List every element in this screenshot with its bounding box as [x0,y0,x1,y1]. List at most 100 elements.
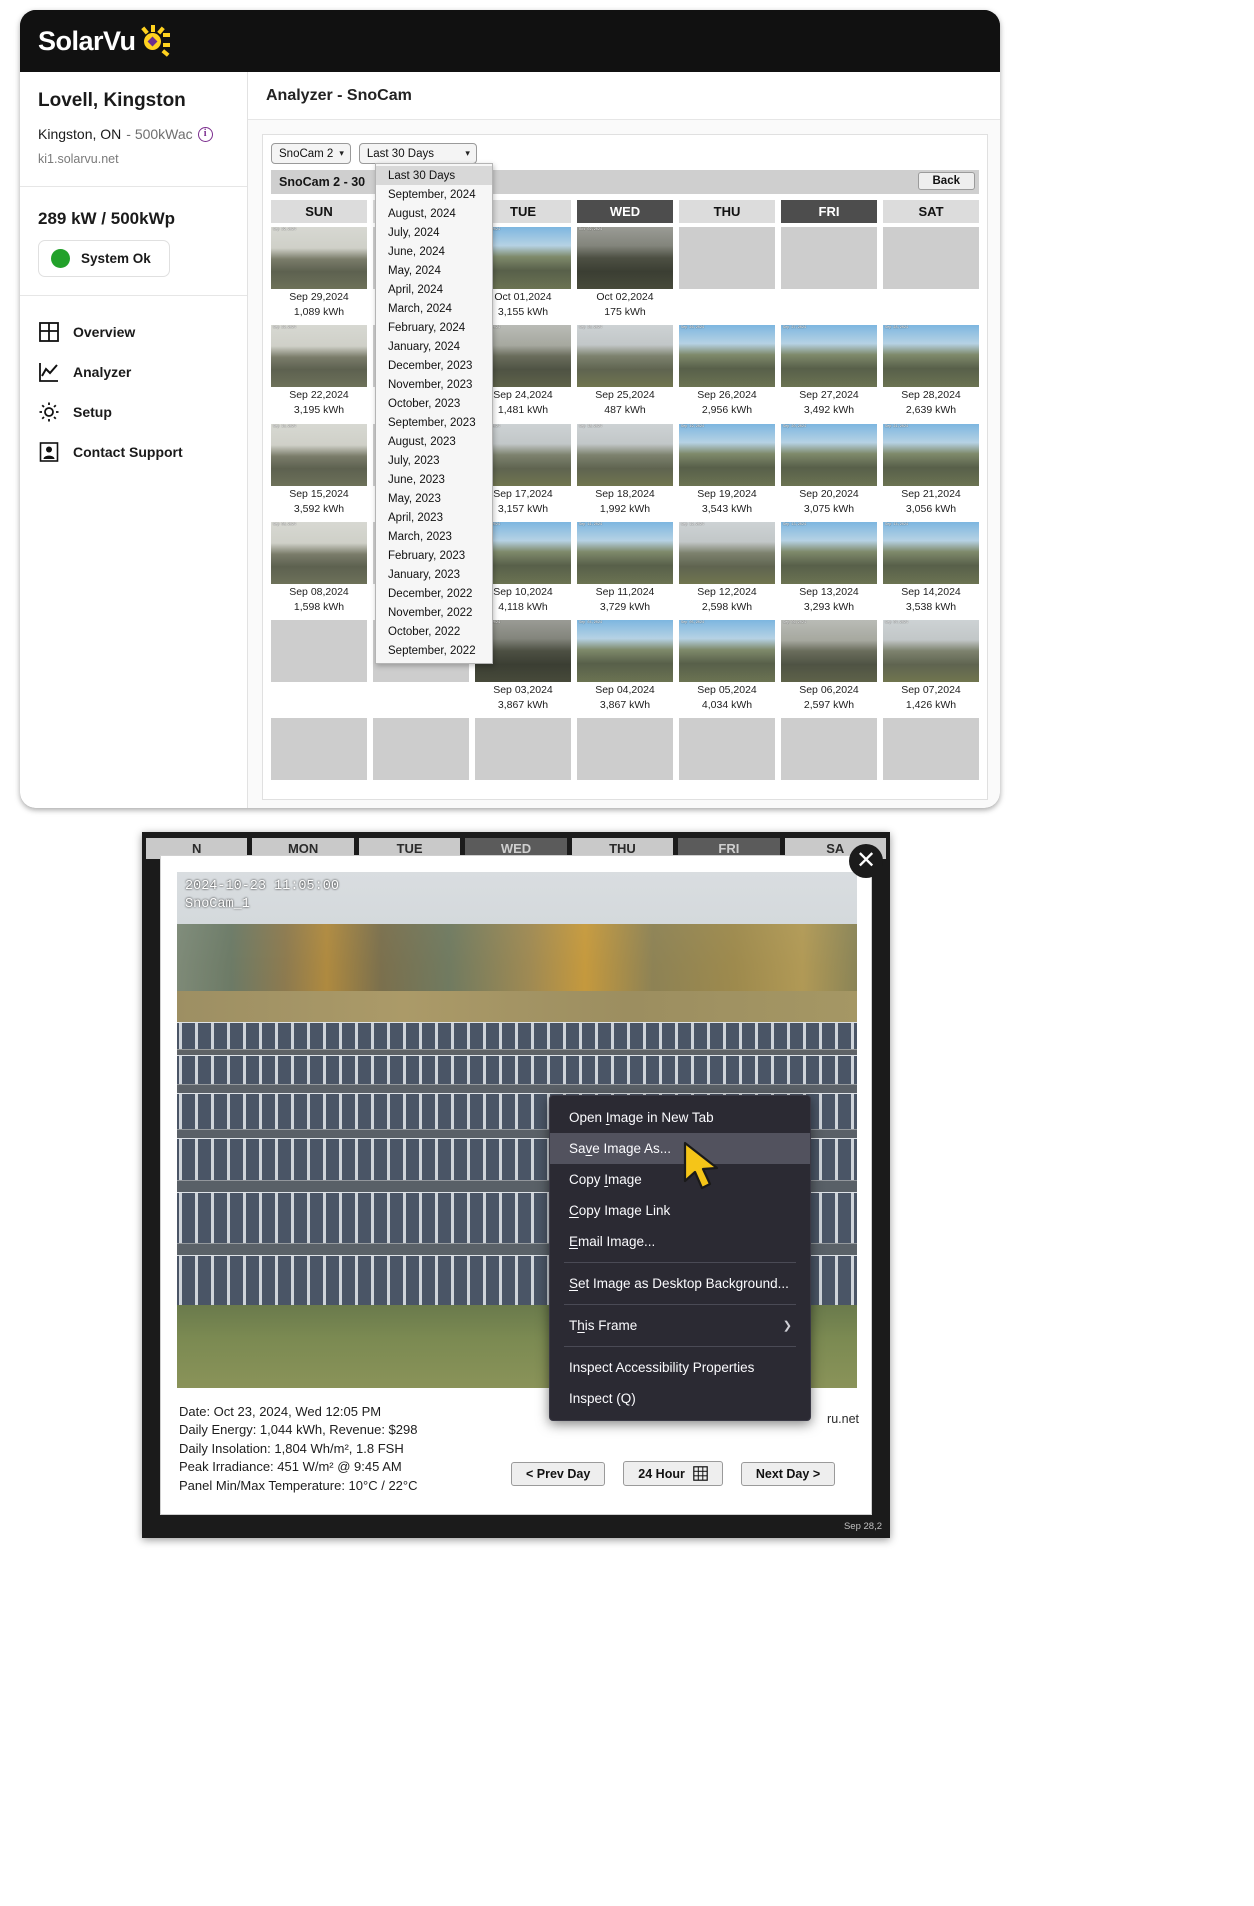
period-button[interactable]: 24 Hour [623,1461,723,1486]
calendar-day-cell[interactable]: Sep 08,2024Sep 08,20241,598 kWh [271,522,367,620]
tree-line [177,924,857,991]
range-option[interactable]: November, 2022 [376,603,492,622]
day-thumbnail[interactable]: Sep 25,2024 [577,325,673,387]
day-thumbnail[interactable]: Sep 14,2024 [883,522,979,584]
day-thumbnail[interactable]: Sep 29,2024 [271,227,367,289]
sidebar-item-setup[interactable]: Setup [20,392,247,432]
range-option[interactable]: January, 2023 [376,565,492,584]
range-select[interactable]: Last 30 Days ▾ [359,143,477,164]
range-option[interactable]: September, 2022 [376,641,492,660]
calendar-day-cell[interactable]: Sep 13,2024Sep 13,20243,293 kWh [781,522,877,620]
calendar-day-cell[interactable]: Sep 07,2024Sep 07,20241,426 kWh [883,620,979,718]
day-thumbnail[interactable]: Sep 18,2024 [577,424,673,486]
range-option[interactable]: July, 2023 [376,451,492,470]
range-option[interactable]: June, 2024 [376,242,492,261]
day-thumbnail[interactable]: Sep 21,2024 [883,424,979,486]
context-menu-item[interactable]: Inspect (Q) [550,1383,810,1414]
range-option[interactable]: February, 2024 [376,318,492,337]
calendar-day-cell[interactable]: Oct 02,2024Oct 02,2024175 kWh [577,227,673,325]
range-option[interactable]: February, 2023 [376,546,492,565]
range-option[interactable]: March, 2023 [376,527,492,546]
range-option[interactable]: April, 2024 [376,280,492,299]
range-dropdown-menu[interactable]: Last 30 DaysSeptember, 2024August, 2024J… [375,163,493,664]
calendar-day-cell[interactable]: Sep 22,2024Sep 22,20243,195 kWh [271,325,367,423]
info-icon[interactable]: i [198,127,213,142]
context-menu-item[interactable]: Open Image in New Tab [550,1102,810,1133]
calendar-day-cell[interactable]: Sep 05,2024Sep 05,20244,034 kWh [679,620,775,718]
sidebar-item-contact-support[interactable]: Contact Support [20,432,247,472]
context-menu-item[interactable]: This Frame❯ [550,1310,810,1341]
context-menu-item[interactable]: Email Image... [550,1226,810,1257]
sidebar-item-analyzer[interactable]: Analyzer [20,352,247,392]
range-option[interactable]: April, 2023 [376,508,492,527]
day-thumbnail[interactable]: Sep 13,2024 [781,522,877,584]
calendar-day-cell[interactable]: Sep 11,2024Sep 11,20243,729 kWh [577,522,673,620]
next-day-button[interactable]: Next Day > [741,1462,835,1486]
day-thumbnail[interactable]: Sep 11,2024 [577,522,673,584]
day-thumbnail[interactable]: Sep 04,2024 [577,620,673,682]
calendar-day-cell[interactable]: Sep 28,2024Sep 28,20242,639 kWh [883,325,979,423]
day-thumbnail[interactable]: Sep 20,2024 [781,424,877,486]
range-option[interactable]: May, 2023 [376,489,492,508]
range-option[interactable]: December, 2023 [376,356,492,375]
grid-icon [693,1466,708,1481]
context-menu-item[interactable]: Copy Image [550,1164,810,1195]
range-option[interactable]: August, 2024 [376,204,492,223]
range-option[interactable]: Last 30 Days [376,166,492,185]
range-option[interactable]: May, 2024 [376,261,492,280]
day-thumbnail[interactable]: Sep 19,2024 [679,424,775,486]
calendar-day-cell[interactable]: Sep 12,2024Sep 12,20242,598 kWh [679,522,775,620]
calendar-day-cell [271,718,367,786]
calendar-day-cell[interactable]: Sep 20,2024Sep 20,20243,075 kWh [781,424,877,522]
context-menu-item[interactable]: Inspect Accessibility Properties [550,1352,810,1383]
calendar-day-cell[interactable]: Sep 14,2024Sep 14,20243,538 kWh [883,522,979,620]
day-thumbnail[interactable]: Sep 28,2024 [883,325,979,387]
range-option[interactable]: October, 2023 [376,394,492,413]
calendar-day-cell[interactable]: Sep 21,2024Sep 21,20243,056 kWh [883,424,979,522]
calendar-day-cell[interactable]: Sep 29,2024Sep 29,20241,089 kWh [271,227,367,325]
period-label: 24 Hour [638,1467,685,1481]
calendar-day-cell[interactable]: Sep 06,2024Sep 06,20242,597 kWh [781,620,877,718]
sidebar-item-label: Overview [73,324,135,340]
status-badge[interactable]: System Ok [38,240,170,277]
day-thumbnail[interactable]: Sep 12,2024 [679,522,775,584]
day-thumbnail[interactable]: Sep 08,2024 [271,522,367,584]
calendar-day-cell[interactable]: Sep 15,2024Sep 15,20243,592 kWh [271,424,367,522]
calendar-day-cell[interactable]: Sep 04,2024Sep 04,20243,867 kWh [577,620,673,718]
calendar-day-cell[interactable]: Sep 26,2024Sep 26,20242,956 kWh [679,325,775,423]
image-context-menu[interactable]: Open Image in New TabSave Image As...Cop… [549,1095,811,1421]
day-thumbnail[interactable]: Sep 05,2024 [679,620,775,682]
range-option[interactable]: June, 2023 [376,470,492,489]
calendar-day-cell[interactable]: Sep 18,2024Sep 18,20241,992 kWh [577,424,673,522]
day-thumbnail[interactable]: Sep 22,2024 [271,325,367,387]
empty-thumbnail [475,718,571,780]
range-option[interactable]: July, 2024 [376,223,492,242]
range-option[interactable]: November, 2023 [376,375,492,394]
range-option[interactable]: December, 2022 [376,584,492,603]
day-thumbnail[interactable]: Sep 15,2024 [271,424,367,486]
site-url[interactable]: ki1.solarvu.net [38,152,229,166]
calendar-day-cell[interactable]: Sep 25,2024Sep 25,2024487 kWh [577,325,673,423]
calendar-day-cell[interactable]: Sep 19,2024Sep 19,20243,543 kWh [679,424,775,522]
day-thumbnail[interactable]: Sep 06,2024 [781,620,877,682]
range-option[interactable]: September, 2024 [376,185,492,204]
thumbnail-timestamp: Sep 27,2024 [783,326,806,330]
day-thumbnail[interactable]: Sep 26,2024 [679,325,775,387]
range-option[interactable]: March, 2024 [376,299,492,318]
range-option[interactable]: October, 2022 [376,622,492,641]
context-menu-item[interactable]: Set Image as Desktop Background... [550,1268,810,1299]
day-thumbnail[interactable]: Sep 27,2024 [781,325,877,387]
close-icon[interactable]: ✕ [849,844,883,878]
range-option[interactable]: September, 2023 [376,413,492,432]
back-button[interactable]: Back [918,172,976,190]
context-menu-item[interactable]: Copy Image Link [550,1195,810,1226]
prev-day-button[interactable]: < Prev Day [511,1462,605,1486]
range-option[interactable]: August, 2023 [376,432,492,451]
day-thumbnail[interactable]: Sep 07,2024 [883,620,979,682]
camera-select[interactable]: SnoCam 2 ▾ [271,143,351,164]
range-option[interactable]: January, 2024 [376,337,492,356]
sidebar-item-overview[interactable]: Overview [20,312,247,352]
calendar-day-cell[interactable]: Sep 27,2024Sep 27,20243,492 kWh [781,325,877,423]
day-thumbnail[interactable]: Oct 02,2024 [577,227,673,289]
context-menu-item[interactable]: Save Image As... [550,1133,810,1164]
